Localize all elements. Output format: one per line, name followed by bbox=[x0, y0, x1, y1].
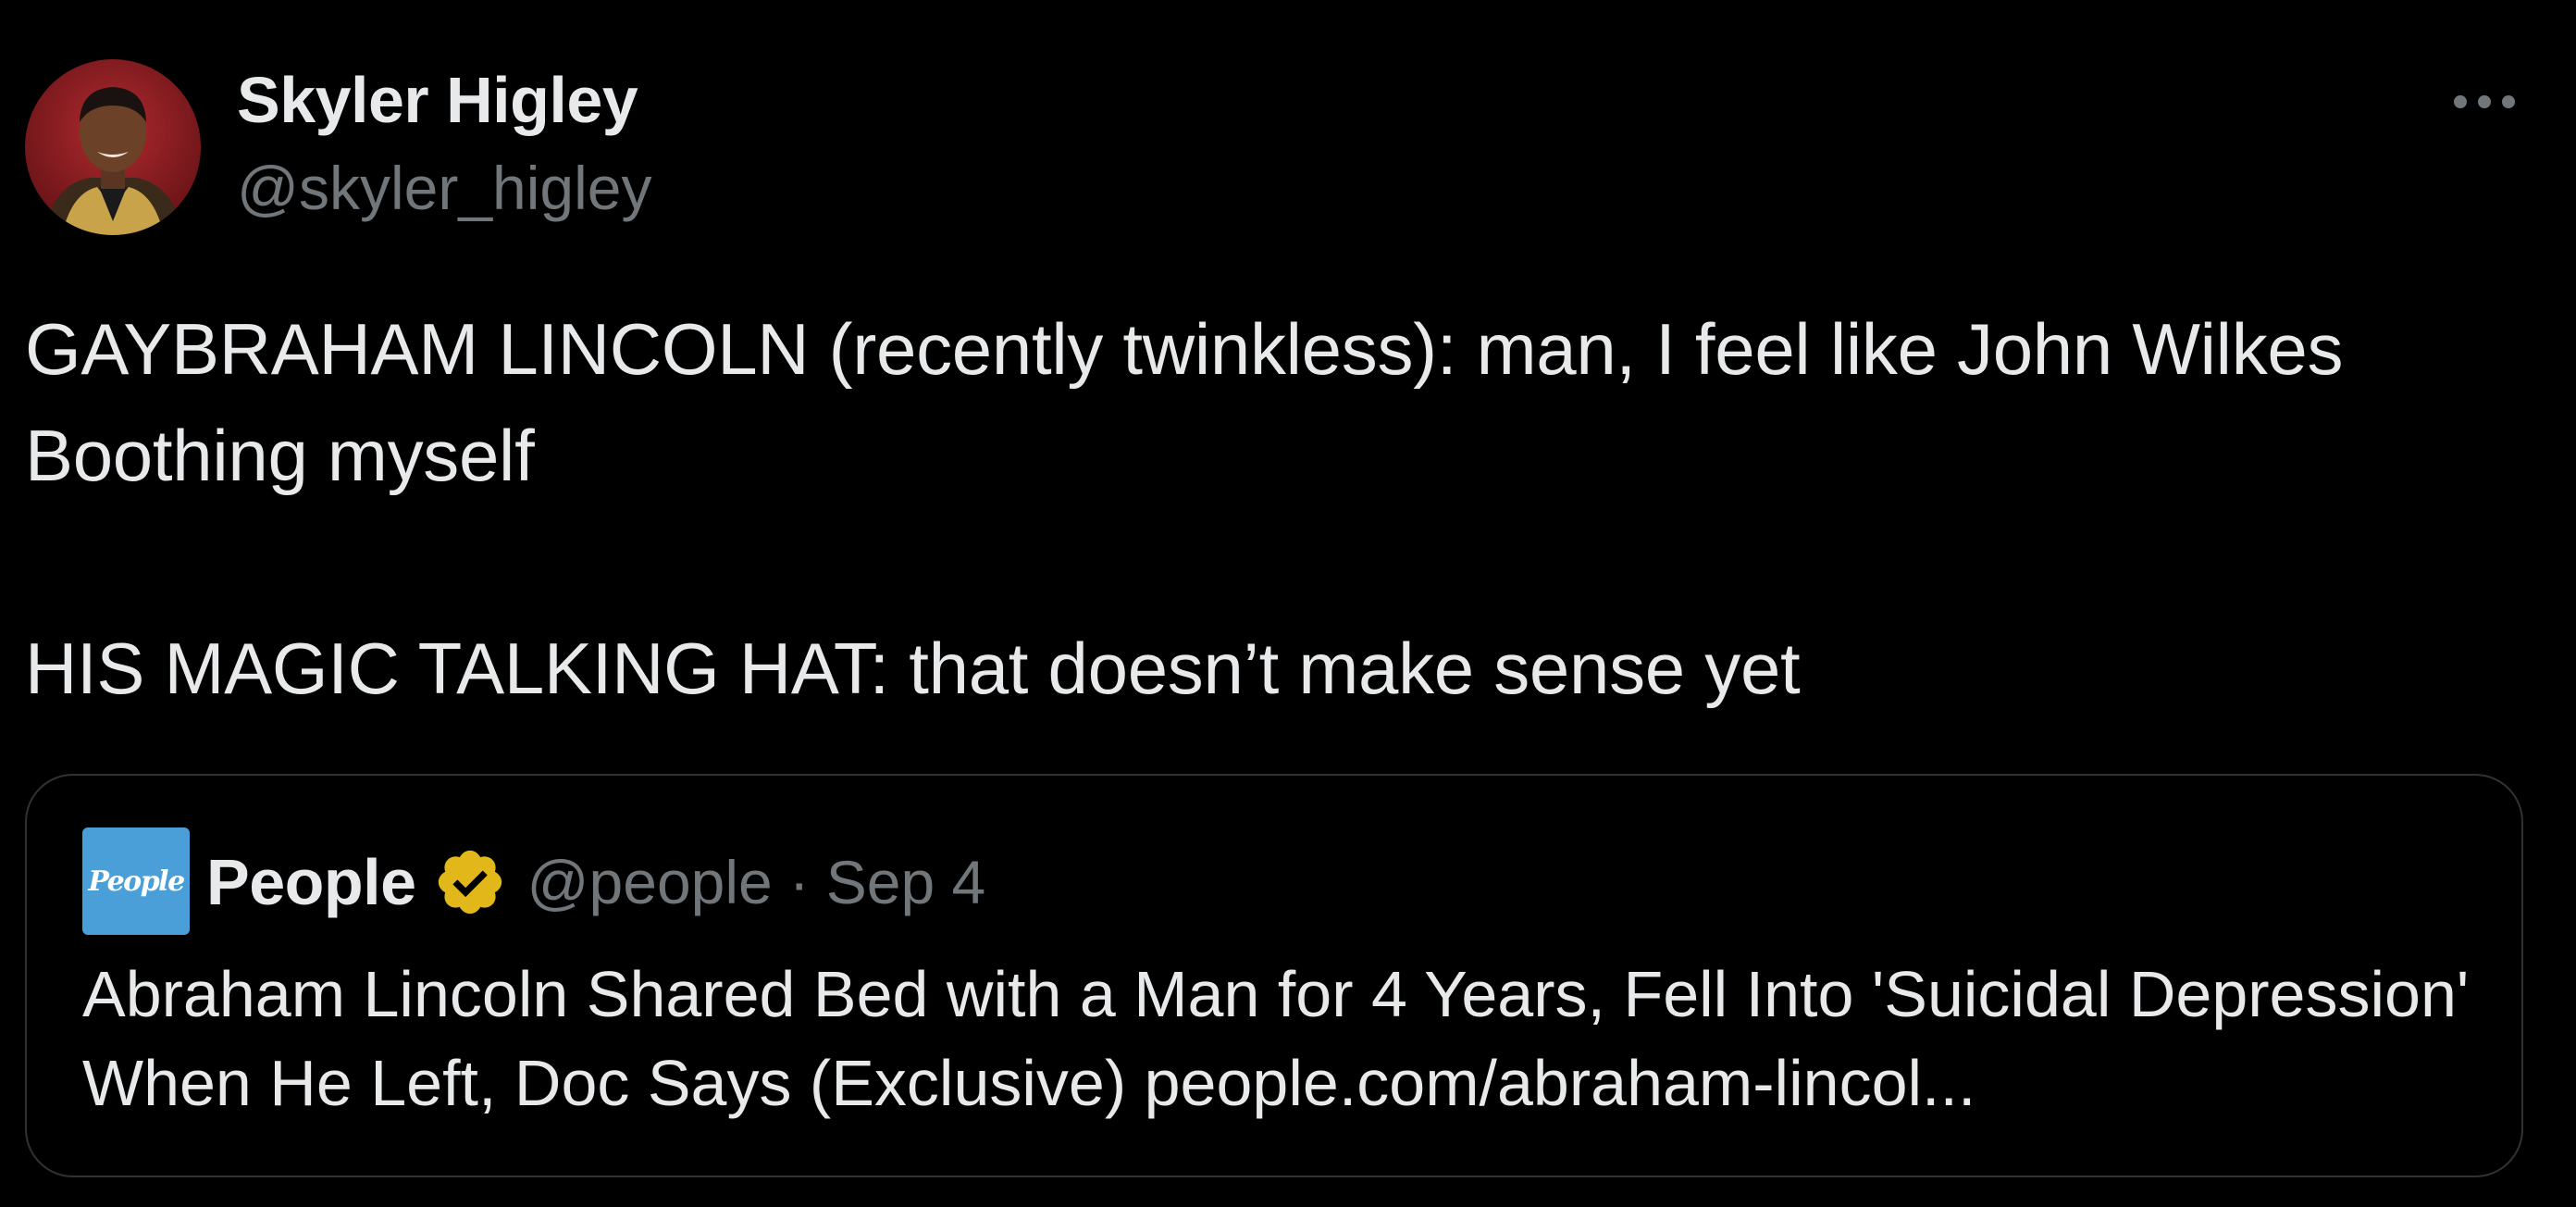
author-display-name[interactable]: Skyler Higley bbox=[237, 61, 638, 139]
quoted-tweet-date[interactable]: Sep 4 bbox=[826, 847, 985, 917]
people-logo: People bbox=[88, 865, 185, 898]
quoted-author-name[interactable]: People bbox=[206, 845, 416, 919]
separator-dot: · bbox=[788, 848, 810, 916]
quoted-tweet-card[interactable]: People People @people · Sep 4 Abraham Li… bbox=[25, 774, 2523, 1177]
gold-verified-badge-icon[interactable] bbox=[433, 845, 507, 919]
quoted-tweet-header: People @people · Sep 4 bbox=[206, 831, 985, 933]
quoted-author-avatar[interactable]: People bbox=[82, 827, 190, 935]
author-handle[interactable]: @skyler_higley bbox=[237, 151, 652, 225]
author-avatar[interactable] bbox=[25, 59, 201, 235]
avatar-image bbox=[25, 59, 201, 235]
more-horizontal-icon bbox=[2454, 95, 2515, 108]
quoted-tweet-text: Abraham Lincoln Shared Bed with a Man fo… bbox=[82, 958, 2470, 1119]
quoted-author-handle[interactable]: @people bbox=[527, 847, 773, 917]
tweet: Skyler Higley @skyler_higley GAYBRAHAM L… bbox=[0, 0, 2576, 1207]
more-options-button[interactable] bbox=[2443, 74, 2526, 130]
tweet-text: GAYBRAHAM LINCOLN (recently twinkless): … bbox=[25, 308, 2344, 709]
